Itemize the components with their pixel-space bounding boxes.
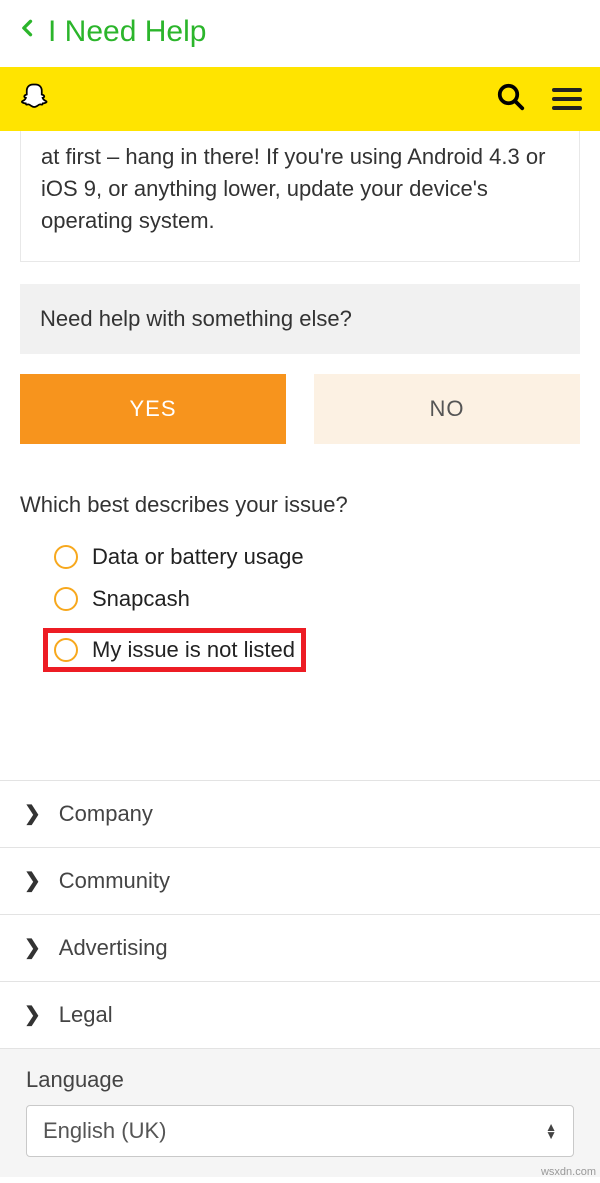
help-prompt: Need help with something else? (20, 284, 580, 354)
language-label: Language (26, 1067, 574, 1093)
ghost-logo-icon[interactable] (18, 82, 48, 117)
chevron-right-icon: ❯ (24, 801, 41, 826)
option-snapcash[interactable]: Snapcash (54, 578, 580, 620)
radio-icon (54, 638, 78, 662)
highlight-box: My issue is not listed (43, 628, 306, 672)
search-icon[interactable] (496, 82, 526, 117)
option-label: Data or battery usage (92, 544, 304, 570)
help-prompt-text: Need help with something else? (40, 306, 352, 331)
menu-icon[interactable] (552, 88, 582, 110)
issue-question: Which best describes your issue? (20, 492, 580, 518)
option-label: My issue is not listed (92, 637, 295, 663)
info-text: at first – hang in there! If you're usin… (41, 144, 545, 233)
footer-label: Advertising (59, 935, 168, 961)
chevron-right-icon: ❯ (24, 868, 41, 893)
footer-label: Legal (59, 1002, 113, 1028)
option-data-battery[interactable]: Data or battery usage (54, 536, 580, 578)
language-section: Language English (UK) ▲▼ (0, 1049, 600, 1177)
watermark: wsxdn.com (541, 1166, 596, 1178)
chevron-right-icon: ❯ (24, 1002, 41, 1027)
button-row: YES NO (20, 374, 580, 444)
footer-company[interactable]: ❯ Company (0, 780, 600, 847)
language-select[interactable]: English (UK) ▲▼ (26, 1105, 574, 1157)
back-chevron-icon[interactable] (18, 14, 38, 49)
footer-nav: ❯ Company ❯ Community ❯ Advertising ❯ Le… (0, 780, 600, 1049)
footer-community[interactable]: ❯ Community (0, 847, 600, 914)
footer-label: Community (59, 868, 170, 894)
yes-button[interactable]: YES (20, 374, 286, 444)
options-group: Data or battery usage Snapcash My issue … (20, 536, 580, 680)
option-label: Snapcash (92, 586, 190, 612)
info-card: at first – hang in there! If you're usin… (20, 131, 580, 262)
chevron-right-icon: ❯ (24, 935, 41, 960)
footer-legal[interactable]: ❯ Legal (0, 981, 600, 1049)
page-title: I Need Help (48, 15, 206, 49)
top-nav: I Need Help (0, 0, 600, 67)
footer-advertising[interactable]: ❯ Advertising (0, 914, 600, 981)
option-not-listed[interactable]: My issue is not listed (54, 620, 580, 680)
no-button[interactable]: NO (314, 374, 580, 444)
language-value: English (UK) (43, 1118, 166, 1144)
radio-icon (54, 545, 78, 569)
radio-icon (54, 587, 78, 611)
footer-label: Company (59, 801, 153, 827)
app-header (0, 67, 600, 131)
select-arrows-icon: ▲▼ (545, 1123, 557, 1139)
